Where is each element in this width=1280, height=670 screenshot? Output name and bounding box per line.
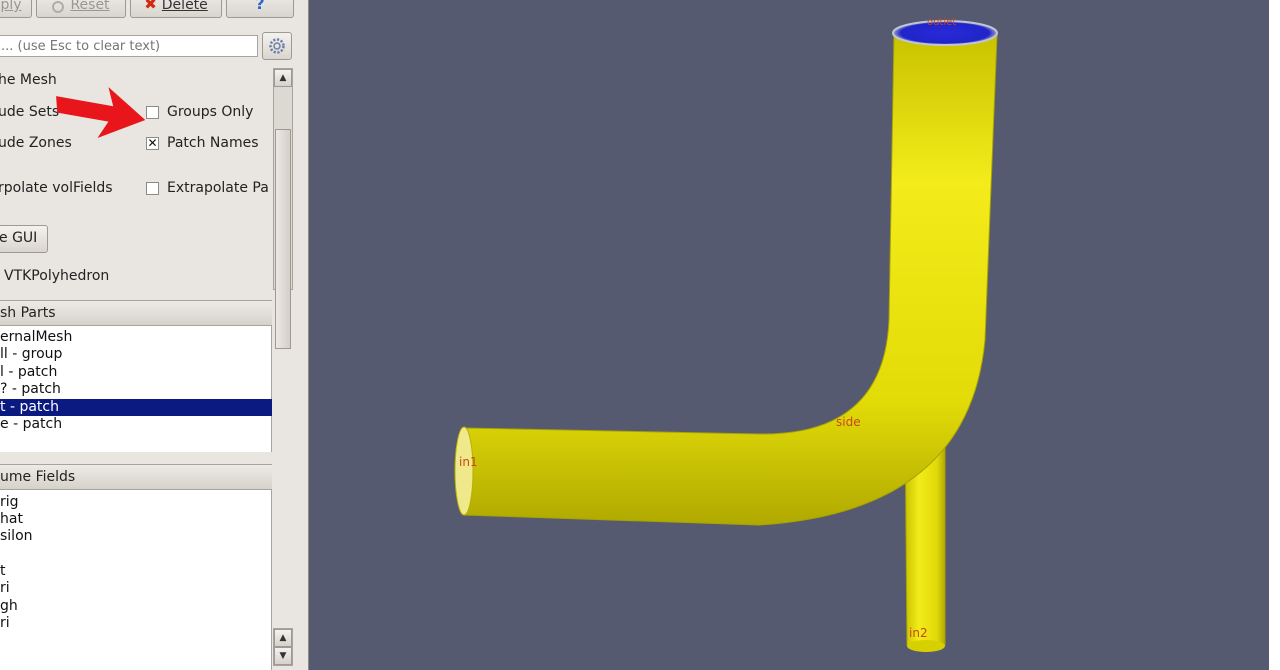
- patch-names-label: Patch Names: [167, 135, 259, 151]
- render-view[interactable]: in1 side in2 outlet: [309, 0, 1269, 670]
- include-sets-label: ude Sets: [0, 104, 60, 120]
- gui-button-label: e GUI: [0, 230, 38, 246]
- search-settings-button[interactable]: [262, 32, 292, 60]
- mesh-parts-header-label: sh Parts: [0, 305, 56, 321]
- fields-scrollbar[interactable]: ▲ ▼: [273, 628, 293, 666]
- list-item[interactable]: ri: [0, 615, 272, 632]
- delete-button[interactable]: ✖ Delete: [130, 0, 222, 18]
- inlet2-cap: [907, 640, 945, 652]
- properties-panel: ply Reset ✖ Delete ? he Mesh ude Sets Gr…: [0, 0, 309, 670]
- volume-fields-header-label: ume Fields: [0, 469, 76, 485]
- list-item[interactable]: hat: [0, 511, 272, 528]
- apply-button[interactable]: ply: [0, 0, 32, 18]
- mesh-parts-list: ernalMesh ll - group l - patch ? - patch…: [0, 326, 272, 452]
- scrollbar-thumb[interactable]: [275, 129, 291, 349]
- list-item-selected[interactable]: t - patch: [0, 399, 272, 416]
- properties-scrollbar[interactable]: ▲: [273, 68, 293, 349]
- list-item[interactable]: e - patch: [0, 416, 272, 433]
- apply-button-label: ply: [0, 0, 22, 13]
- scroll-down-arrow-icon[interactable]: ▼: [274, 647, 292, 665]
- label-side: side: [836, 415, 861, 429]
- mesh-section-title: he Mesh: [0, 72, 57, 88]
- reset-button-label: Reset: [70, 0, 110, 13]
- list-item[interactable]: ? - patch: [0, 381, 272, 398]
- search-input[interactable]: [0, 35, 258, 57]
- red-arrow-icon: [56, 87, 146, 138]
- list-item[interactable]: ll - group: [0, 346, 272, 363]
- delete-button-label: Delete: [161, 0, 208, 13]
- pipe-render[interactable]: in1 side in2 outlet: [309, 0, 1269, 670]
- extrapolate-checkbox[interactable]: [146, 182, 159, 195]
- list-item[interactable]: l - patch: [0, 364, 272, 381]
- label-in2: in2: [909, 626, 928, 640]
- list-item[interactable]: ri: [0, 580, 272, 597]
- groups-only-label: Groups Only: [167, 104, 254, 120]
- gui-button[interactable]: e GUI: [0, 225, 48, 253]
- label-outlet: outlet: [927, 17, 956, 28]
- list-item[interactable]: [0, 546, 272, 563]
- reset-button[interactable]: Reset: [36, 0, 126, 18]
- inlet1-cap: [454, 426, 474, 516]
- help-icon: ?: [255, 0, 265, 13]
- list-item[interactable]: silon: [0, 528, 272, 545]
- vtk-polyhedron-label: VTKPolyhedron: [4, 268, 110, 284]
- scroll-up-arrow-icon[interactable]: ▲: [274, 69, 292, 87]
- list-item[interactable]: gh: [0, 598, 272, 615]
- right-margin: [1269, 0, 1280, 670]
- label-in1: in1: [459, 455, 478, 469]
- extrapolate-label: Extrapolate Pa: [167, 180, 269, 196]
- check-mark-icon: ✕: [147, 136, 158, 150]
- scroll-up-arrow-icon[interactable]: ▲: [274, 629, 292, 647]
- volume-fields-header[interactable]: ume Fields: [0, 464, 272, 490]
- main-bent-pipe: [463, 34, 998, 526]
- mesh-parts-header[interactable]: sh Parts: [0, 300, 272, 326]
- list-item[interactable]: t: [0, 563, 272, 580]
- reset-icon: [52, 1, 65, 13]
- gear-icon: [269, 38, 285, 54]
- list-item[interactable]: rig: [0, 494, 272, 511]
- help-button[interactable]: ?: [226, 0, 294, 18]
- delete-icon: ✖: [144, 0, 157, 13]
- list-item[interactable]: ernalMesh: [0, 329, 272, 346]
- interpolate-volfields-label: rpolate volFields: [0, 180, 113, 196]
- volume-fields-list: rig hat silon t ri gh ri: [0, 490, 272, 670]
